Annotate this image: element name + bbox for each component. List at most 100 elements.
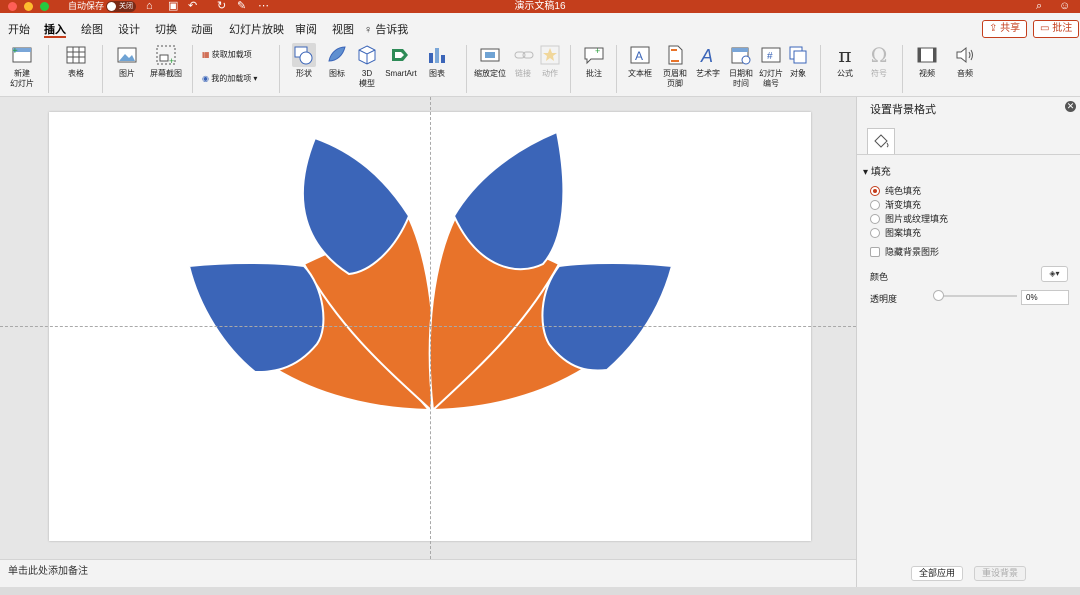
- svg-text:+: +: [595, 46, 600, 56]
- separator: [466, 45, 467, 93]
- tab-tell-me[interactable]: ♀ 告诉我: [364, 21, 408, 37]
- tab-animations[interactable]: 动画: [191, 21, 213, 37]
- symbol-button[interactable]: Ω 符号: [866, 43, 892, 79]
- audio-button[interactable]: 音频: [948, 43, 982, 79]
- color-label: 颜色: [870, 272, 889, 282]
- slide-number-button[interactable]: # 幻灯片 编号: [757, 43, 785, 89]
- tab-view[interactable]: 视图: [332, 21, 354, 37]
- screenshot-button[interactable]: + 屏幕截图: [148, 43, 184, 79]
- object-icon: [789, 46, 807, 64]
- zoom-button[interactable]: 缩放定位: [472, 43, 508, 79]
- smartart-button[interactable]: SmartArt: [382, 43, 420, 79]
- action-button[interactable]: 动作: [538, 43, 562, 79]
- chart-label: 图表: [429, 69, 445, 78]
- apply-to-all-button[interactable]: 全部应用: [911, 566, 964, 581]
- powerpoint-window: 自动保存 关闭 ⌂ ▣ ↶ ↻ ✎ ⋯ 演示文稿16 ⌕ ☺ 开始 插入 绘图 …: [0, 0, 1080, 595]
- video-icon: [917, 47, 937, 63]
- slide-editor[interactable]: [0, 97, 856, 559]
- svg-text:+: +: [12, 46, 18, 57]
- table-button[interactable]: 表格: [60, 43, 92, 79]
- tab-design[interactable]: 设计: [118, 21, 140, 37]
- fill-color-icon: ◈▾: [1049, 269, 1060, 278]
- tab-transitions[interactable]: 切换: [155, 21, 177, 37]
- blue-petal-left[interactable]: [188, 262, 325, 373]
- transparency-slider-handle[interactable]: [933, 290, 944, 301]
- my-addins-label: 我的加载项: [211, 74, 252, 83]
- radio-solid-fill[interactable]: [870, 186, 880, 196]
- icons-button[interactable]: 图标: [324, 43, 350, 79]
- hide-bg-graphics-checkbox[interactable]: [870, 247, 880, 257]
- omega-icon: Ω: [870, 43, 888, 67]
- search-icon[interactable]: ⌕: [1036, 0, 1042, 13]
- tab-insert[interactable]: 插入: [44, 21, 66, 37]
- speaker-icon: [956, 46, 973, 64]
- cube-icon: [358, 45, 376, 65]
- svg-text:A: A: [700, 46, 713, 66]
- icons-label: 图标: [329, 69, 345, 78]
- solid-fill-option[interactable]: 纯色填充: [870, 186, 921, 197]
- screenshot-icon: +: [156, 45, 176, 66]
- solid-fill-label: 纯色填充: [885, 186, 922, 196]
- header-footer-button[interactable]: 页眉和 页脚: [659, 43, 691, 89]
- fill-tab[interactable]: [867, 128, 895, 154]
- get-addins-button[interactable]: ▦ 获取加载项: [202, 49, 252, 61]
- document-title: 演示文稿16: [514, 1, 566, 12]
- my-addins-button[interactable]: ◉ 我的加载项 ▾: [202, 73, 257, 85]
- object-button[interactable]: 对象: [786, 43, 810, 79]
- header-footer-label: 页眉和 页脚: [663, 69, 687, 88]
- hide-bg-graphics-option[interactable]: 隐藏背景图形: [870, 247, 939, 258]
- 3d-model-button[interactable]: 3D 模型: [354, 43, 380, 89]
- wordart-button[interactable]: A 艺术字: [694, 43, 722, 79]
- tab-review[interactable]: 审阅: [295, 21, 317, 37]
- lightbulb-icon: ♀: [364, 24, 373, 36]
- comments-button[interactable]: ▭ 批注: [1033, 20, 1080, 38]
- color-picker-button[interactable]: ◈▾: [1041, 266, 1068, 282]
- fill-section-header[interactable]: ▾ 填充: [863, 163, 891, 178]
- shapes-button[interactable]: 形状: [287, 43, 321, 79]
- transparency-slider[interactable]: [937, 295, 1017, 297]
- separator: [279, 45, 280, 93]
- radio-pattern-fill[interactable]: [870, 228, 880, 238]
- share-button[interactable]: ⇪ 共享: [982, 20, 1028, 38]
- equation-button[interactable]: π 公式: [830, 43, 860, 79]
- reset-background-button[interactable]: 重设背景: [974, 566, 1027, 581]
- video-button[interactable]: 视频: [910, 43, 944, 79]
- close-pane-icon[interactable]: ✕: [1065, 101, 1076, 112]
- symbol-label: 符号: [871, 69, 887, 78]
- gradient-fill-option[interactable]: 渐变填充: [870, 200, 921, 211]
- textbox-icon: A: [630, 46, 650, 64]
- pane-title: 设置背景格式: [870, 104, 936, 116]
- picture-fill-label: 图片或纹理填充: [885, 214, 949, 224]
- picture-fill-option[interactable]: 图片或纹理填充: [870, 214, 948, 225]
- account-icon[interactable]: ☺: [1059, 0, 1070, 13]
- pattern-fill-option[interactable]: 图案填充: [870, 228, 921, 239]
- blue-petal-right[interactable]: [541, 262, 673, 372]
- comment-button[interactable]: + 批注: [580, 43, 608, 79]
- separator: [820, 45, 821, 93]
- vertical-guide[interactable]: [430, 97, 431, 559]
- transparency-input[interactable]: 0%: [1021, 290, 1069, 305]
- pi-icon: π: [838, 43, 852, 67]
- horizontal-guide[interactable]: [0, 326, 856, 327]
- tab-home[interactable]: 开始: [8, 21, 30, 37]
- shapes-icon: [292, 43, 316, 67]
- radio-gradient-fill[interactable]: [870, 200, 880, 210]
- radio-picture-fill[interactable]: [870, 214, 880, 224]
- new-slide-button[interactable]: + 新建 幻灯片: [6, 43, 38, 89]
- chart-button[interactable]: 图表: [424, 43, 450, 79]
- date-time-button[interactable]: 日期和 时间: [727, 43, 755, 89]
- textbox-button[interactable]: A 文本框: [624, 43, 656, 79]
- tab-slideshow[interactable]: 幻灯片放映: [229, 21, 284, 37]
- link-label: 链接: [515, 69, 531, 78]
- icons-gallery-icon: [328, 46, 346, 62]
- fill-section-label: 填充: [870, 167, 891, 178]
- separator: [902, 45, 903, 93]
- tab-draw[interactable]: 绘图: [81, 21, 103, 37]
- link-button[interactable]: 链接: [512, 43, 534, 79]
- picture-button[interactable]: 图片: [110, 43, 144, 79]
- pattern-fill-label: 图案填充: [885, 228, 922, 238]
- notes-pane[interactable]: 单击此处添加备注: [0, 559, 856, 587]
- picture-label: 图片: [119, 69, 135, 78]
- transparency-label: 透明度: [870, 294, 898, 304]
- wordart-label: 艺术字: [696, 69, 720, 78]
